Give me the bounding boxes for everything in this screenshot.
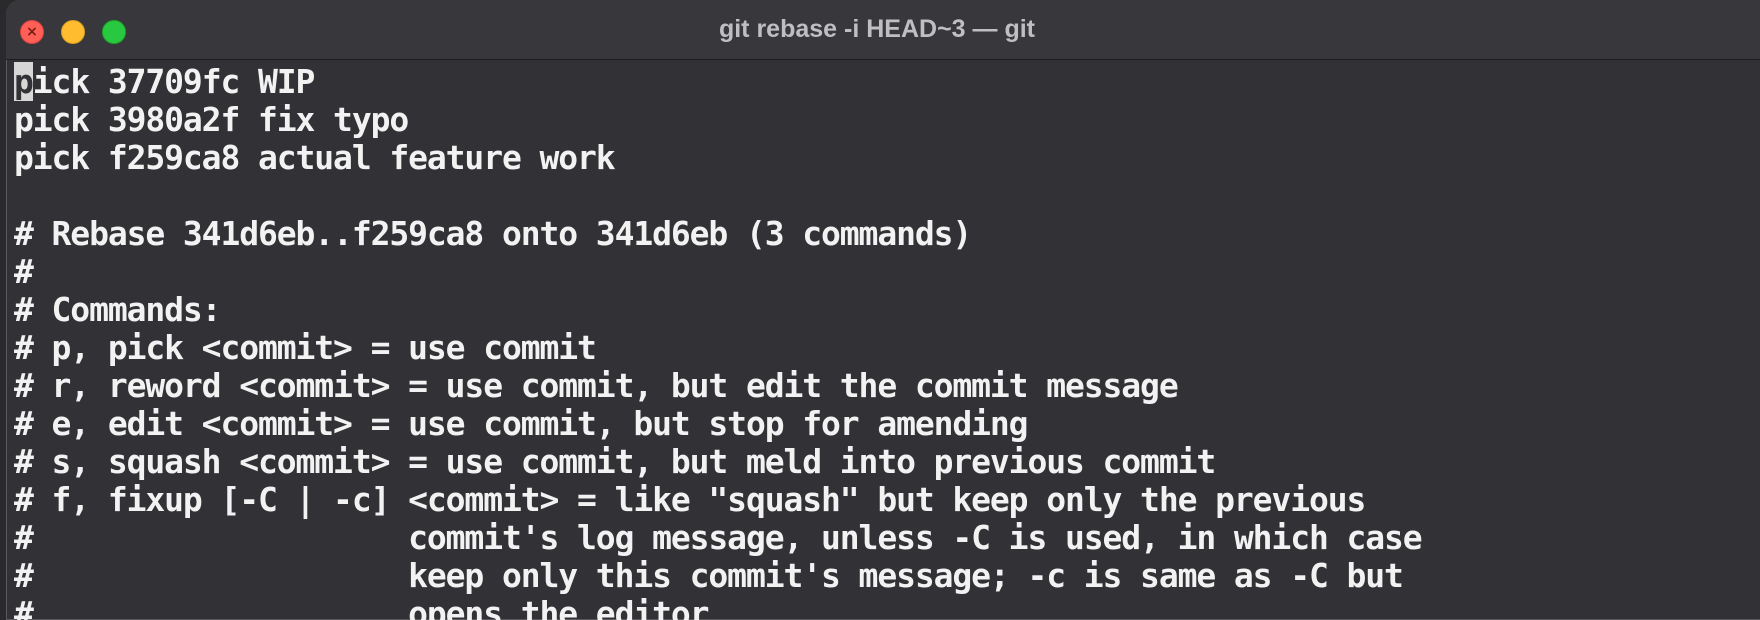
editor-line[interactable]: # p, pick <commit> = use commit (14, 329, 1760, 367)
terminal-content[interactable]: pick 37709fc WIP pick 3980a2f fix typo p… (14, 60, 1760, 620)
editor-line-text: ick 37709fc WIP (32, 62, 316, 101)
window-title: git rebase -i HEAD~3 — git (718, 15, 1036, 43)
editor-line[interactable]: # Commands: (14, 291, 1760, 329)
text-cursor: p (14, 62, 34, 101)
editor-line[interactable]: # opens the editor (14, 595, 1760, 620)
editor-line[interactable]: # Rebase 341d6eb..f259ca8 onto 341d6eb (… (14, 215, 1760, 253)
editor-line[interactable]: # f, fixup [-C | -c] <commit> = like "sq… (14, 481, 1760, 519)
editor-line[interactable]: # r, reword <commit> = use commit, but e… (14, 367, 1760, 405)
editor-line[interactable] (14, 177, 1760, 215)
title-bar[interactable]: × git rebase -i HEAD~3 — git (6, 0, 1760, 60)
editor-line[interactable]: pick 3980a2f fix typo (14, 101, 1760, 139)
editor-line[interactable]: # e, edit <commit> = use commit, but sto… (14, 405, 1760, 443)
editor-line[interactable]: pick f259ca8 actual feature work (14, 139, 1760, 177)
editor-line[interactable]: # commit's log message, unless -C is use… (14, 519, 1760, 557)
editor-line[interactable]: # keep only this commit's message; -c is… (14, 557, 1760, 595)
terminal-window: × git rebase -i HEAD~3 — git pick 37709f… (6, 0, 1760, 620)
editor-line[interactable]: # s, squash <commit> = use commit, but m… (14, 443, 1760, 481)
editor-line[interactable]: pick 37709fc WIP (14, 62, 1760, 101)
editor-line[interactable]: # (14, 253, 1760, 291)
